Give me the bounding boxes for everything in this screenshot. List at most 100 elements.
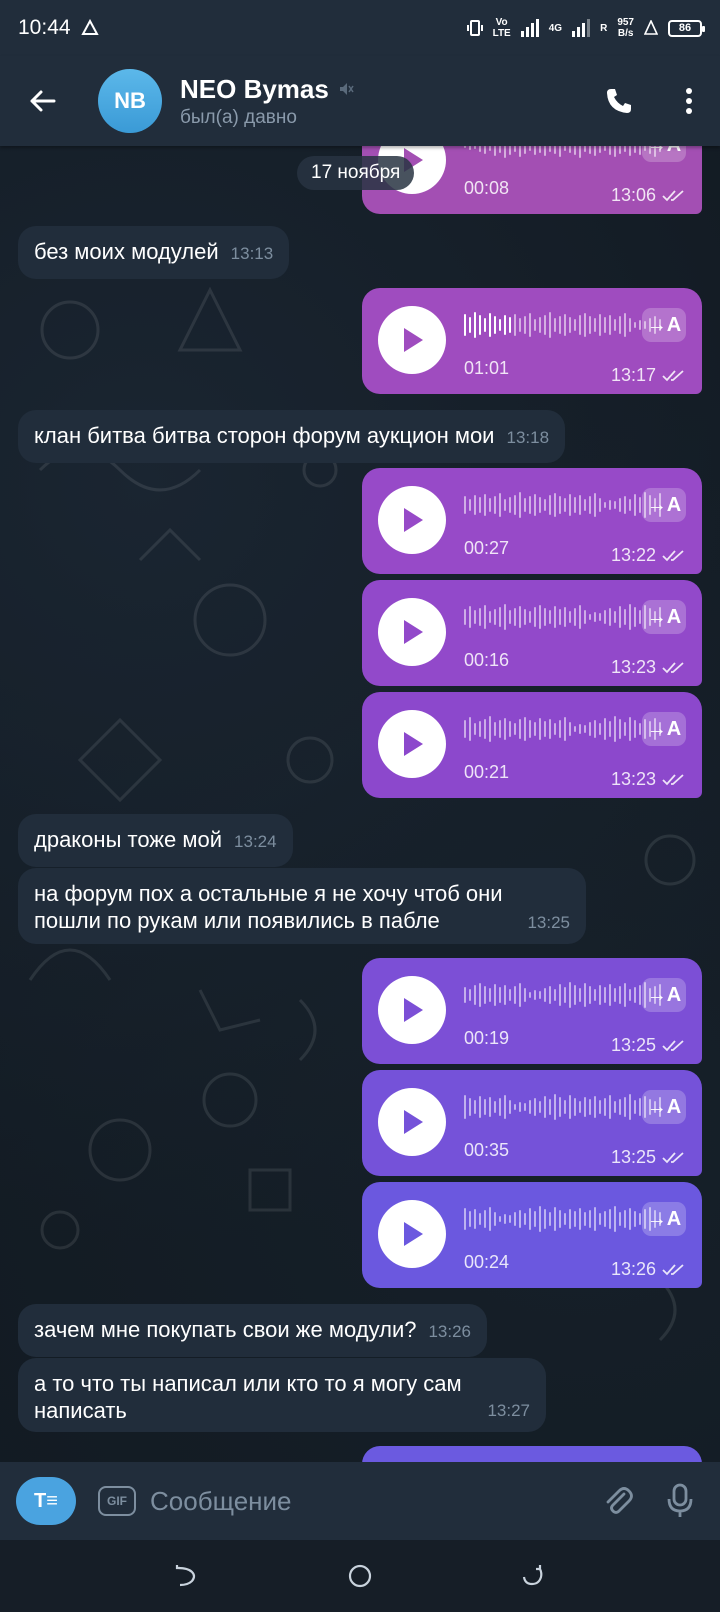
waveform-bar (474, 985, 476, 1005)
waveform-bar (524, 1103, 526, 1111)
incoming-message[interactable]: клан битва битва сторон форум аукцион мо… (18, 410, 566, 463)
nav-home-button[interactable] (335, 1551, 385, 1601)
waveform-bar (529, 611, 531, 623)
waveform-bar (554, 723, 556, 735)
waveform-bar (574, 985, 576, 1005)
play-button[interactable] (378, 710, 446, 778)
voice-message[interactable]: →A 00:19 13:25 (362, 958, 702, 1064)
message-text: без моих модулей (34, 239, 219, 264)
voice-message[interactable]: →A 00:35 13:25 (362, 1070, 702, 1176)
voice-record-button[interactable] (656, 1477, 704, 1525)
incoming-message[interactable]: драконы тоже мой 13:24 (18, 814, 293, 867)
voice-message[interactable]: →A 01:01 13:17 (362, 288, 702, 394)
waveform-bar (534, 319, 536, 331)
play-button[interactable] (378, 486, 446, 554)
voice-waveform[interactable] (464, 602, 661, 632)
waveform-bar (519, 318, 521, 332)
waveform-bar (519, 719, 521, 739)
waveform-bar (539, 991, 541, 999)
transcribe-button[interactable]: →A (642, 1090, 686, 1124)
waveform-bar (584, 499, 586, 511)
incoming-message[interactable]: на форум пох а остальные я не хочу чтоб … (18, 868, 586, 944)
peer-info[interactable]: NEO Bymas был(а) давно (180, 74, 355, 129)
voice-message[interactable]: →A 00:27 13:22 (362, 468, 702, 574)
voice-duration: 00:21 (464, 762, 510, 782)
double-check-icon (662, 1039, 684, 1051)
waveform-bar (589, 316, 591, 334)
transcribe-button[interactable]: →A (642, 308, 686, 342)
incoming-message[interactable]: зачем мне покупать свои же модули? 13:26 (18, 1304, 488, 1357)
nav-recents-button[interactable] (508, 1551, 558, 1601)
waveform-bar (534, 1211, 536, 1227)
message-input[interactable] (150, 1485, 580, 1517)
attach-button[interactable] (594, 1477, 642, 1525)
net-speed-unit: B/s (617, 28, 634, 39)
play-button[interactable] (378, 306, 446, 374)
waveform-bar (539, 718, 541, 740)
waveform-bar (514, 1104, 516, 1110)
voice-message[interactable]: →A 00:21 13:23 (362, 692, 702, 798)
voice-message[interactable]: →A 00:24 13:26 (362, 1182, 702, 1288)
transcribe-label: →A (646, 1207, 682, 1230)
waveform-bar (514, 723, 516, 735)
status-indicators: Vo LTE 4G R 957 B/s 86 (466, 17, 705, 39)
message-time: 13:13 (230, 244, 274, 263)
waveform-bar (534, 494, 536, 516)
transcribe-button[interactable]: →A (642, 600, 686, 634)
voice-waveform[interactable] (464, 310, 661, 340)
transcribe-button[interactable]: →A (642, 488, 686, 522)
waveform-bar (569, 1095, 571, 1119)
play-button[interactable] (378, 598, 446, 666)
message-time-row: 13:06 (611, 185, 686, 206)
gif-button[interactable]: GIF (98, 1486, 136, 1516)
voice-waveform[interactable] (464, 980, 661, 1010)
waveform-bar (504, 1095, 506, 1119)
waveform-bar (639, 610, 641, 624)
waveform-bar (474, 723, 476, 735)
format-button[interactable]: T≡ (16, 1477, 76, 1525)
waveform-bar (579, 1101, 581, 1113)
waveform-bar (589, 496, 591, 514)
nav-back-button[interactable] (162, 1551, 212, 1601)
play-button[interactable] (378, 1200, 446, 1268)
play-icon (404, 1222, 423, 1246)
incoming-message[interactable]: без моих модулей 13:13 (18, 226, 290, 279)
message-time: 13:27 (487, 1401, 530, 1420)
voice-waveform[interactable] (464, 1092, 661, 1122)
voice-message[interactable]: →A 00:16 13:23 (362, 580, 702, 686)
waveform-bar (569, 611, 571, 623)
play-button[interactable] (378, 1088, 446, 1156)
voice-waveform[interactable] (464, 714, 661, 744)
waveform-bar (469, 606, 471, 628)
waveform-bar (629, 1208, 631, 1230)
voice-waveform[interactable] (464, 490, 661, 520)
waveform-bar (464, 314, 466, 336)
waveform-bar (629, 1094, 631, 1120)
transcribe-button[interactable]: →A (642, 978, 686, 1012)
waveform-bar (519, 606, 521, 628)
peer-status: был(а) давно (180, 106, 297, 128)
waveform-bar (584, 1212, 586, 1226)
back-button[interactable] (22, 81, 62, 121)
incoming-message[interactable]: а то что ты написал или кто то я могу са… (18, 1358, 546, 1432)
more-menu-icon[interactable] (684, 86, 694, 116)
waveform-bar (489, 498, 491, 512)
transcribe-button[interactable]: →A (642, 712, 686, 746)
avatar[interactable]: NB (98, 69, 162, 133)
waveform-bar (624, 1210, 626, 1228)
message-time: 13:23 (610, 769, 656, 789)
waveform-bar (599, 613, 601, 621)
double-check-icon (662, 189, 684, 201)
play-button[interactable] (378, 976, 446, 1044)
waveform-bar (574, 726, 576, 732)
transcribe-button[interactable]: →A (642, 1202, 686, 1236)
waveform-bar (494, 316, 496, 334)
message-text-line: пошли по рукам или появились в пабле (34, 908, 440, 933)
waveform-bar (554, 318, 556, 332)
waveform-bar (479, 983, 481, 1007)
waveform-bar (619, 986, 621, 1004)
call-icon[interactable] (604, 86, 634, 116)
waveform-bar (599, 1213, 601, 1225)
waveform-bar (524, 316, 526, 334)
voice-waveform[interactable] (464, 1204, 661, 1234)
